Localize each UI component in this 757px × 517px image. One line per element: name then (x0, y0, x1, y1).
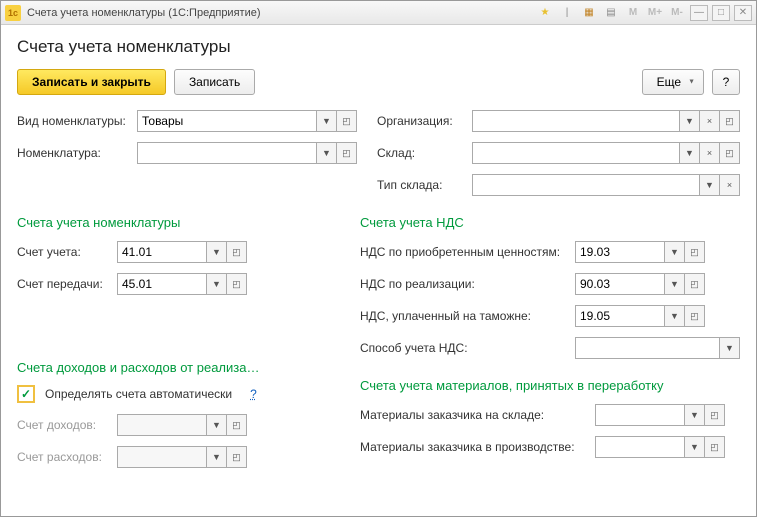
mat-inprod-label: Материалы заказчика в производстве: (360, 440, 595, 454)
calendar-icon[interactable]: ▤ (602, 5, 620, 21)
kind-label: Вид номенклатуры: (17, 114, 137, 128)
help-button[interactable]: ? (712, 69, 740, 95)
app-icon: 1c (5, 5, 21, 21)
kind-input[interactable] (137, 110, 317, 132)
mat-inprod-input[interactable] (595, 436, 685, 458)
vat-method-input[interactable] (575, 337, 720, 359)
auto-help-link[interactable]: ? (250, 387, 257, 401)
dropdown-icon[interactable]: ▼ (207, 273, 227, 295)
income-title: Счета доходов и расходов от реализа… (17, 360, 340, 375)
window-title: Счета учета номенклатуры (1С:Предприятие… (27, 7, 536, 19)
dropdown-icon[interactable]: ▼ (685, 404, 705, 426)
window: 1c Счета учета номенклатуры (1С:Предприя… (0, 0, 757, 517)
vat-purchased-label: НДС по приобретенным ценностям: (360, 245, 575, 259)
dropdown-icon[interactable]: ▼ (317, 142, 337, 164)
more-button[interactable]: Еще (642, 69, 704, 95)
top-fields: Вид номенклатуры: ▼ ◰ Номенклатура: ▼ ◰ (17, 109, 740, 205)
favorite-icon[interactable]: ★ (536, 5, 554, 21)
open-icon[interactable]: ◰ (720, 142, 740, 164)
mat-onwh-input[interactable] (595, 404, 685, 426)
acct-input[interactable] (117, 241, 207, 263)
clear-icon[interactable]: × (720, 174, 740, 196)
m-plus-button[interactable]: M+ (646, 5, 664, 21)
calculator-icon[interactable]: ▦ (580, 5, 598, 21)
org-input[interactable] (472, 110, 680, 132)
m-minus-button[interactable]: M- (668, 5, 686, 21)
dropdown-icon[interactable]: ▼ (665, 241, 685, 263)
dropdown-icon: ▼ (207, 414, 227, 436)
mat-onwh-label: Материалы заказчика на складе: (360, 408, 595, 422)
minimize-button[interactable]: — (690, 5, 708, 21)
open-icon[interactable]: ◰ (337, 110, 357, 132)
auto-checkbox[interactable]: ✓ (17, 385, 35, 403)
income-label: Счет доходов: (17, 418, 117, 432)
page-title: Счета учета номенклатуры (17, 37, 740, 57)
lower-sections: Счета учета номенклатуры Счет учета: ▼ ◰… (17, 205, 740, 477)
acct-label: Счет учета: (17, 245, 117, 259)
whtype-label: Тип склада: (377, 178, 472, 192)
save-button[interactable]: Записать (174, 69, 255, 95)
separator-icon: | (558, 5, 576, 21)
vat-title: Счета учета НДС (360, 215, 740, 230)
open-icon[interactable]: ◰ (705, 404, 725, 426)
open-icon[interactable]: ◰ (227, 273, 247, 295)
dropdown-icon: ▼ (207, 446, 227, 468)
dropdown-icon[interactable]: ▼ (680, 142, 700, 164)
vat-sales-input[interactable] (575, 273, 665, 295)
dropdown-icon[interactable]: ▼ (700, 174, 720, 196)
auto-label: Определять счета автоматически (45, 387, 232, 401)
toolbar: Записать и закрыть Записать Еще ? (17, 69, 740, 95)
clear-icon[interactable]: × (700, 110, 720, 132)
org-label: Организация: (377, 114, 472, 128)
nomen-input[interactable] (137, 142, 317, 164)
whtype-input[interactable] (472, 174, 700, 196)
vat-sales-label: НДС по реализации: (360, 277, 575, 291)
open-icon[interactable]: ◰ (720, 110, 740, 132)
content: Счета учета номенклатуры Записать и закр… (1, 25, 756, 516)
accounts-title: Счета учета номенклатуры (17, 215, 340, 230)
expense-input (117, 446, 207, 468)
open-icon: ◰ (227, 414, 247, 436)
wh-label: Склад: (377, 146, 472, 160)
dropdown-icon[interactable]: ▼ (317, 110, 337, 132)
clear-icon[interactable]: × (700, 142, 720, 164)
transfer-label: Счет передачи: (17, 277, 117, 291)
open-icon[interactable]: ◰ (685, 305, 705, 327)
vat-customs-label: НДС, уплаченный на таможне: (360, 309, 575, 323)
materials-title: Счета учета материалов, принятых в перер… (360, 378, 740, 393)
m-button[interactable]: M (624, 5, 642, 21)
system-buttons: ★ | ▦ ▤ M M+ M- — □ ✕ (536, 5, 752, 21)
open-icon[interactable]: ◰ (685, 241, 705, 263)
open-icon[interactable]: ◰ (685, 273, 705, 295)
nomen-label: Номенклатура: (17, 146, 137, 160)
titlebar: 1c Счета учета номенклатуры (1С:Предприя… (1, 1, 756, 25)
dropdown-icon[interactable]: ▼ (665, 305, 685, 327)
open-icon: ◰ (227, 446, 247, 468)
dropdown-icon[interactable]: ▼ (720, 337, 740, 359)
dropdown-icon[interactable]: ▼ (665, 273, 685, 295)
vat-method-label: Способ учета НДС: (360, 341, 575, 355)
open-icon[interactable]: ◰ (337, 142, 357, 164)
dropdown-icon[interactable]: ▼ (685, 436, 705, 458)
income-input (117, 414, 207, 436)
expense-label: Счет расходов: (17, 450, 117, 464)
dropdown-icon[interactable]: ▼ (207, 241, 227, 263)
vat-purchased-input[interactable] (575, 241, 665, 263)
wh-input[interactable] (472, 142, 680, 164)
close-button[interactable]: ✕ (734, 5, 752, 21)
vat-customs-input[interactable] (575, 305, 665, 327)
maximize-button[interactable]: □ (712, 5, 730, 21)
transfer-input[interactable] (117, 273, 207, 295)
save-close-button[interactable]: Записать и закрыть (17, 69, 166, 95)
open-icon[interactable]: ◰ (705, 436, 725, 458)
open-icon[interactable]: ◰ (227, 241, 247, 263)
dropdown-icon[interactable]: ▼ (680, 110, 700, 132)
